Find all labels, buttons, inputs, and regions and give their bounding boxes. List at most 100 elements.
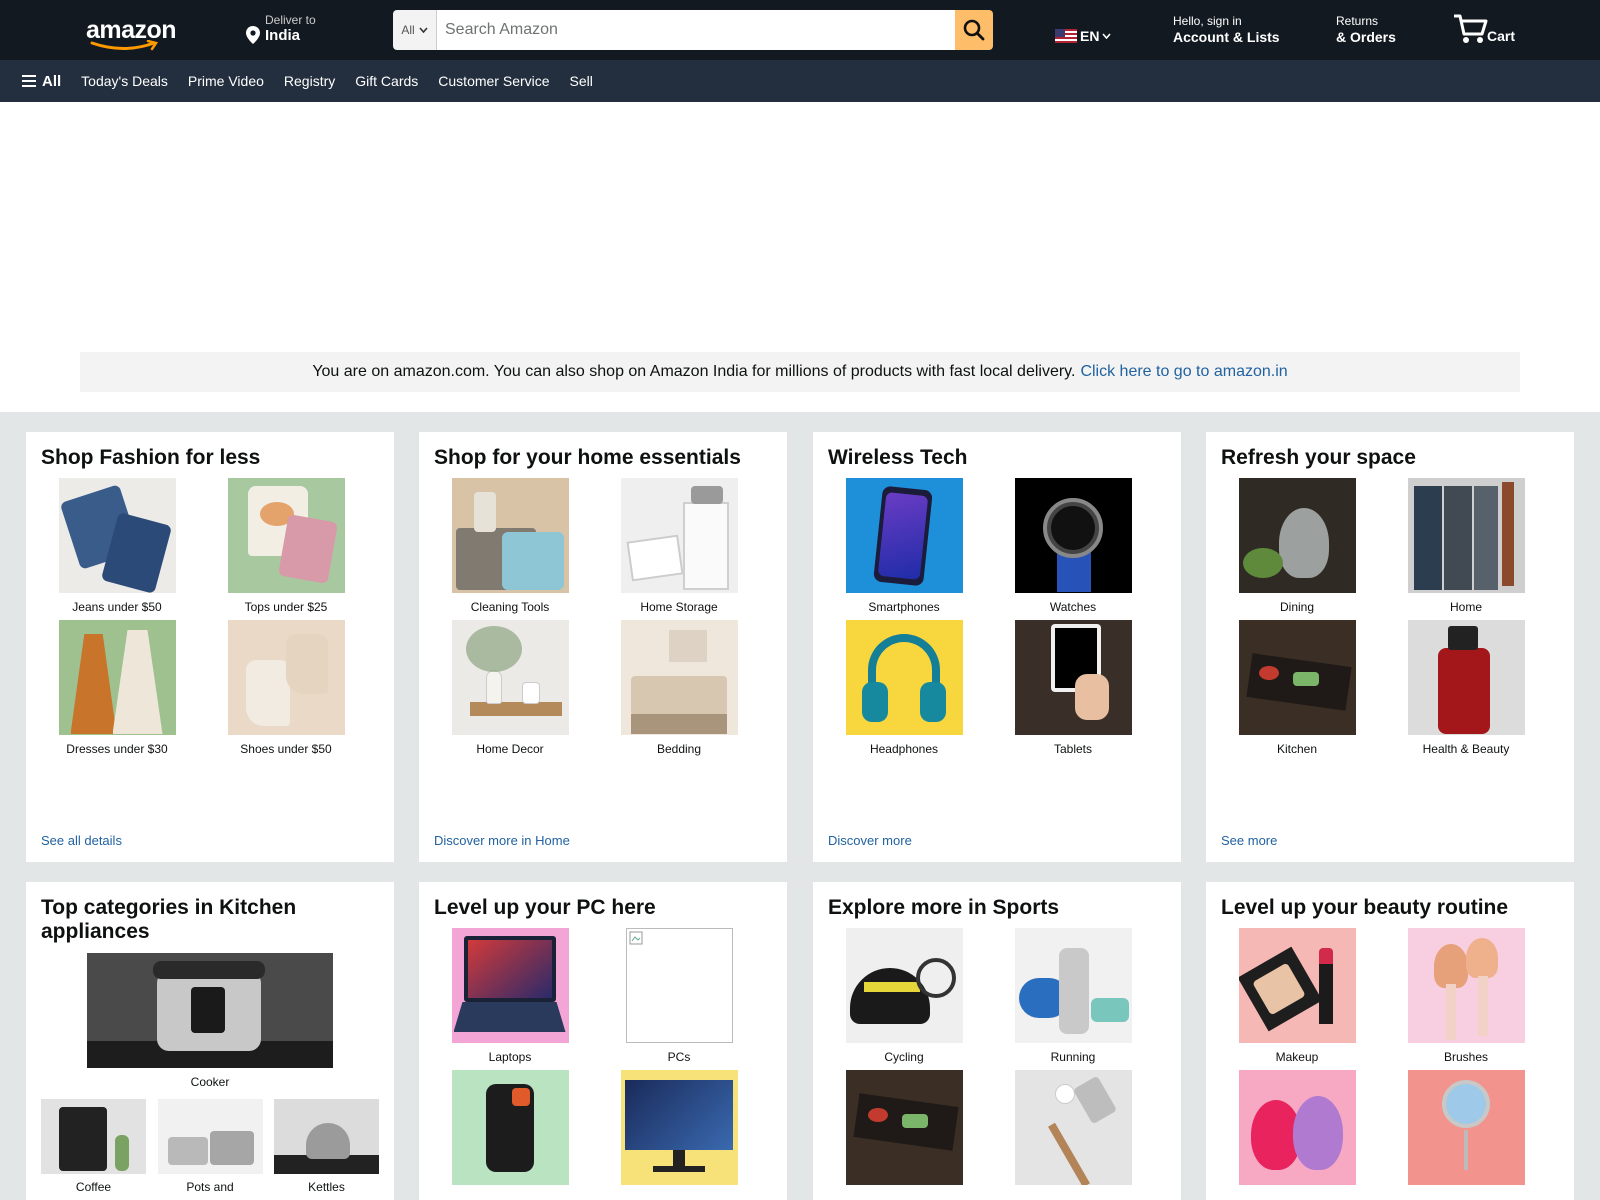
tile-coffee[interactable]: Coffee xyxy=(41,1099,146,1194)
makeup-image xyxy=(1238,928,1356,1043)
mirror-image xyxy=(1407,1070,1525,1185)
nav-todays-deals[interactable]: Today's Deals xyxy=(81,73,168,89)
coffee-image xyxy=(41,1099,146,1174)
tile-brushes[interactable]: Brushes xyxy=(1390,928,1542,1070)
tile-makeup[interactable]: Makeup xyxy=(1221,928,1373,1070)
tile-home[interactable]: Home xyxy=(1390,478,1542,620)
amazon-in-link[interactable]: Click here to go to amazon.in xyxy=(1080,363,1287,381)
all-menu-button[interactable]: All xyxy=(22,73,61,90)
language-selector[interactable]: EN xyxy=(1055,28,1112,44)
nav-customer-service[interactable]: Customer Service xyxy=(438,73,549,89)
sponges-image xyxy=(1238,1070,1356,1185)
laptop-image xyxy=(451,928,569,1043)
card-title: Wireless Tech xyxy=(828,446,968,469)
tile-watches[interactable]: Watches xyxy=(997,478,1149,620)
chevron-down-icon xyxy=(419,27,428,33)
orders-label: & Orders xyxy=(1336,29,1396,45)
nav-sell[interactable]: Sell xyxy=(570,73,593,89)
tile-storage-drive[interactable] xyxy=(434,1070,586,1185)
card-title: Level up your PC here xyxy=(434,896,656,919)
broken-image-icon xyxy=(629,931,642,945)
tile-home-storage[interactable]: Home Storage xyxy=(603,478,755,620)
tile-cleaning-tools[interactable]: Cleaning Tools xyxy=(434,478,586,620)
tile-pots[interactable]: Pots and xyxy=(157,1099,263,1194)
bedding-image xyxy=(620,620,738,735)
amazon-logo[interactable]: amazon xyxy=(86,14,182,51)
home-decor-image xyxy=(451,620,569,735)
tile-home-decor[interactable]: Home Decor xyxy=(434,620,586,762)
cart-label: Cart xyxy=(1487,28,1516,44)
home-storage-image xyxy=(620,478,738,593)
search-input[interactable] xyxy=(437,10,955,50)
tile-jeans[interactable]: Jeans under $50 xyxy=(41,478,193,620)
tile-caption: Jeans under $50 xyxy=(72,600,162,614)
tablet-image xyxy=(1014,620,1132,735)
tile-bedding[interactable]: Bedding xyxy=(603,620,755,762)
tile-tablets[interactable]: Tablets xyxy=(997,620,1149,762)
tile-caption: Brushes xyxy=(1443,1050,1489,1064)
tile-kitchen[interactable]: Kitchen xyxy=(1221,620,1373,762)
card-title: Refresh your space xyxy=(1221,446,1416,469)
tile-caption: Home Decor xyxy=(476,742,544,756)
tile-caption: Smartphones xyxy=(868,600,940,614)
tile-caption: Health & Beauty xyxy=(1422,742,1510,756)
account-menu[interactable]: Hello, sign in Account & Lists xyxy=(1173,14,1280,45)
card-link[interactable]: See all details xyxy=(41,833,122,848)
region-banner: You are on amazon.com. You can also shop… xyxy=(80,352,1520,392)
tile-monitor[interactable] xyxy=(603,1070,755,1185)
card-kitchen-appliances: Top categories in Kitchen appliances Coo… xyxy=(26,882,394,1200)
tile-laptops[interactable]: Laptops xyxy=(434,928,586,1070)
search-category-select[interactable]: All xyxy=(393,10,437,50)
tile-headphones[interactable]: Headphones xyxy=(828,620,980,762)
golf-image xyxy=(1014,1070,1132,1185)
dresses-image xyxy=(58,620,176,735)
tile-cooker[interactable] xyxy=(87,953,333,1068)
tile-pcs[interactable]: PCs xyxy=(603,928,755,1070)
tile-dresses[interactable]: Dresses under $30 xyxy=(41,620,193,762)
card-fashion: Shop Fashion for less Jeans under $50 To… xyxy=(26,432,394,862)
card-beauty: Level up your beauty routine Makeup Brus… xyxy=(1206,882,1574,1200)
cart-button[interactable]: Cart xyxy=(1452,12,1515,48)
tile-caption: Kitchen xyxy=(1276,742,1318,756)
card-link[interactable]: Discover more xyxy=(828,833,912,848)
sub-nav: All Today's Deals Prime Video Registry G… xyxy=(0,60,1600,102)
deliver-country: India xyxy=(265,27,301,44)
hamburger-icon xyxy=(22,75,36,87)
tile-caption: Shoes under $50 xyxy=(240,742,332,756)
returns-orders[interactable]: Returns & Orders xyxy=(1336,14,1396,45)
tile-caption: Coffee xyxy=(75,1180,112,1194)
tile-caption: PCs xyxy=(667,1050,691,1064)
tile-running[interactable]: Running xyxy=(997,928,1149,1070)
card-title: Shop for your home essentials xyxy=(434,446,741,469)
search-icon xyxy=(963,19,985,41)
sports-food-image xyxy=(845,1070,963,1185)
nav-gift-cards[interactable]: Gift Cards xyxy=(355,73,418,89)
nav-registry[interactable]: Registry xyxy=(284,73,335,89)
tile-mirror[interactable] xyxy=(1390,1070,1542,1185)
kettles-image xyxy=(274,1099,379,1174)
watch-image xyxy=(1014,478,1132,593)
card-link[interactable]: See more xyxy=(1221,833,1277,848)
tile-tops[interactable]: Tops under $25 xyxy=(210,478,362,620)
tile-dining[interactable]: Dining xyxy=(1221,478,1373,620)
tile-caption: Cooker xyxy=(190,1075,230,1089)
nav-prime-video[interactable]: Prime Video xyxy=(188,73,264,89)
tile-sports-food[interactable] xyxy=(828,1070,980,1185)
card-sports: Explore more in Sports Cycling Running xyxy=(813,882,1181,1200)
tile-golf[interactable] xyxy=(997,1070,1149,1185)
pcs-broken-image xyxy=(625,928,733,1043)
tile-caption: Tops under $25 xyxy=(244,600,328,614)
tile-sponges[interactable] xyxy=(1221,1070,1373,1185)
tile-health-beauty[interactable]: Health & Beauty xyxy=(1390,620,1542,762)
tile-smartphones[interactable]: Smartphones xyxy=(828,478,980,620)
tile-kettles[interactable]: Kettles xyxy=(274,1099,379,1194)
tile-caption: Tablets xyxy=(1053,742,1093,756)
tile-shoes[interactable]: Shoes under $50 xyxy=(210,620,362,762)
card-link[interactable]: Discover more in Home xyxy=(434,833,570,848)
search-button[interactable] xyxy=(955,10,993,50)
tile-caption: Kettles xyxy=(308,1180,345,1194)
card-title: Shop Fashion for less xyxy=(41,446,261,469)
monitor-image xyxy=(620,1070,738,1185)
tile-cycling[interactable]: Cycling xyxy=(828,928,980,1070)
storage-drive-image xyxy=(451,1070,569,1185)
